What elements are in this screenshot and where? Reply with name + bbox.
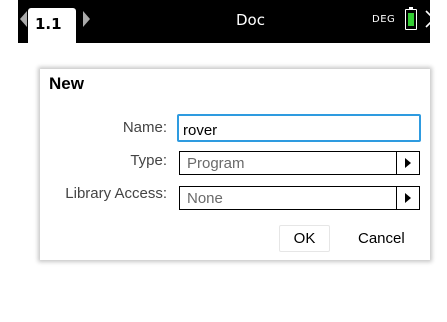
name-input[interactable]	[177, 114, 421, 142]
dialog-title: New	[49, 74, 84, 93]
close-icon[interactable]	[423, 8, 445, 30]
top-bar: 1.1 Doc DEG	[18, 0, 443, 43]
tab-page-1-1[interactable]: 1.1	[28, 8, 76, 43]
ok-button[interactable]: OK	[279, 225, 330, 252]
library-access-select[interactable]: None	[179, 186, 420, 210]
name-label: Name:	[122, 119, 167, 136]
chevron-right-icon[interactable]	[83, 11, 90, 27]
new-dialog: New Name: Type: Program Library Access: …	[40, 69, 430, 260]
document-title: Doc	[236, 11, 265, 29]
type-select-value: Program	[187, 155, 245, 172]
triangle-right-icon	[405, 193, 411, 203]
battery-level-fill	[408, 12, 414, 27]
type-dropdown-button[interactable]	[396, 152, 419, 174]
tab-label: 1.1	[35, 15, 62, 33]
battery-icon	[405, 7, 417, 30]
type-label: Type:	[130, 152, 167, 169]
library-access-label: Library Access:	[65, 185, 167, 202]
chevron-left-icon[interactable]	[20, 11, 27, 27]
library-access-dropdown-button[interactable]	[396, 187, 419, 209]
calculator-screen: 1.1 Doc DEG New Name: Type: Program Libr…	[0, 0, 447, 322]
angle-mode-indicator: DEG	[372, 14, 396, 25]
cancel-button[interactable]: Cancel	[358, 225, 405, 252]
type-select[interactable]: Program	[179, 151, 420, 175]
triangle-right-icon	[405, 158, 411, 168]
library-access-select-value: None	[187, 190, 223, 207]
